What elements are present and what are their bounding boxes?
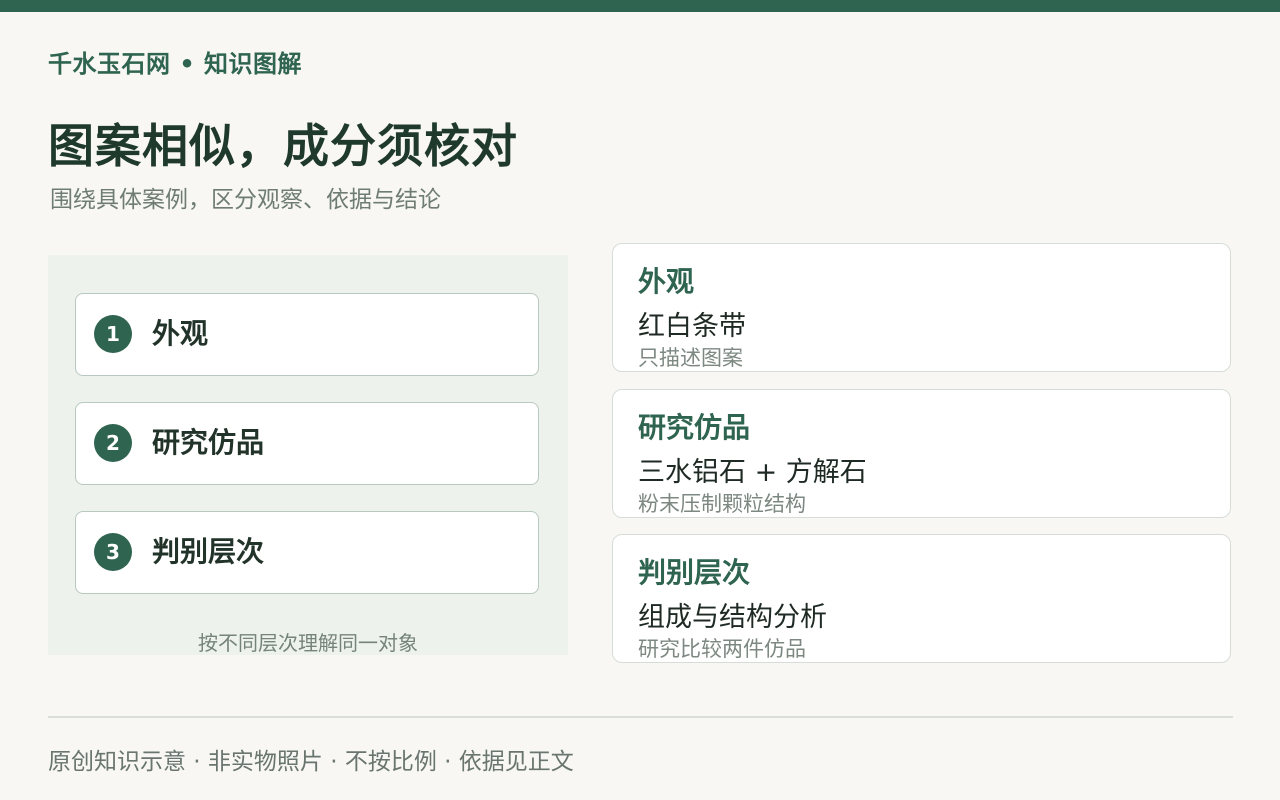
step-number-badge: 3 xyxy=(94,533,132,571)
card-title: 判别层次 xyxy=(638,556,751,589)
steps-panel: 1 外观 2 研究仿品 3 判别层次 按不同层次理解同一对象 xyxy=(48,255,568,655)
page-subtitle: 围绕具体案例，区分观察、依据与结论 xyxy=(50,187,441,213)
page-title: 图案相似，成分须核对 xyxy=(48,119,518,173)
info-card-imitation-study: 研究仿品 三水铝石 + 方解石 粉末压制颗粒结构 xyxy=(612,389,1231,518)
step-item-imitation-study: 2 研究仿品 xyxy=(75,402,539,485)
card-note: 粉末压制颗粒结构 xyxy=(638,492,806,516)
card-main-text: 组成与结构分析 xyxy=(638,602,827,633)
step-label: 研究仿品 xyxy=(152,426,265,459)
panel-caption: 按不同层次理解同一对象 xyxy=(198,631,418,655)
brand-header: 千水玉石网 • 知识图解 xyxy=(48,50,303,78)
step-label: 判别层次 xyxy=(152,535,265,568)
footer-divider xyxy=(48,716,1233,718)
card-note: 只描述图案 xyxy=(638,346,743,370)
top-accent-bar xyxy=(0,0,1280,12)
info-card-identification-level: 判别层次 组成与结构分析 研究比较两件仿品 xyxy=(612,534,1231,663)
step-item-identification-level: 3 判别层次 xyxy=(75,511,539,594)
card-title: 外观 xyxy=(638,265,695,298)
info-card-appearance: 外观 红白条带 只描述图案 xyxy=(612,243,1231,372)
step-number-badge: 1 xyxy=(94,315,132,353)
card-main-text: 三水铝石 + 方解石 xyxy=(638,457,867,488)
step-item-appearance: 1 外观 xyxy=(75,293,539,376)
card-main-text: 红白条带 xyxy=(638,311,746,342)
step-label: 外观 xyxy=(152,317,209,350)
step-number-badge: 2 xyxy=(94,424,132,462)
card-title: 研究仿品 xyxy=(638,411,751,444)
card-note: 研究比较两件仿品 xyxy=(638,637,806,661)
footer-note: 原创知识示意 · 非实物照片 · 不按比例 · 依据见正文 xyxy=(48,749,574,775)
